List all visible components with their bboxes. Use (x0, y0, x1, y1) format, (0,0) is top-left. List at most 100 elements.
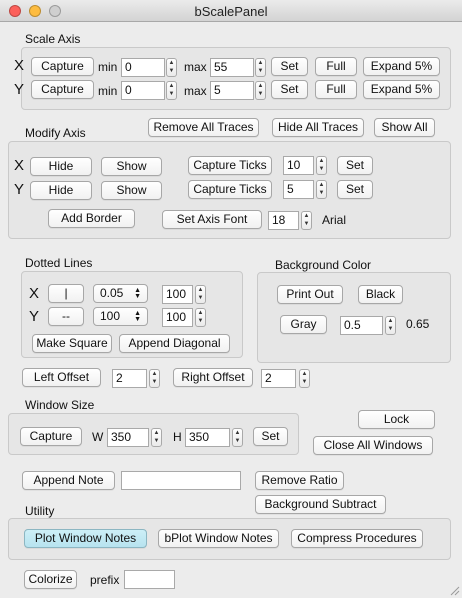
bscalepanel-window: bScalePanel Scale Axis X Capture min 0 ▲… (0, 0, 462, 598)
scale-axis-y-capture-button[interactable]: Capture (31, 80, 94, 99)
note-field[interactable] (121, 471, 241, 490)
print-out-button[interactable]: Print Out (277, 285, 343, 304)
gray-level-field[interactable]: 0.5 (340, 316, 383, 335)
scale-axis-y-min-stepper[interactable]: ▲ ▼ (166, 81, 177, 100)
modify-axis-y-capture-ticks-button[interactable]: Capture Ticks (188, 180, 272, 199)
scale-axis-y-expand-button[interactable]: Expand 5% (363, 80, 440, 99)
prefix-field[interactable] (124, 570, 175, 589)
set-axis-font-button[interactable]: Set Axis Font (162, 210, 262, 229)
scale-axis-y-set-button[interactable]: Set (271, 80, 308, 99)
scale-axis-x-set-button[interactable]: Set (271, 57, 308, 76)
gray-level-readout: 0.65 (406, 317, 430, 331)
left-offset-button[interactable]: Left Offset (22, 368, 101, 387)
scale-axis-x-min-stepper[interactable]: ▲ ▼ (166, 58, 177, 77)
dotted-lines-x-stepper[interactable]: ▲ ▼ (195, 285, 206, 304)
modify-axis-x-show-button[interactable]: Show (101, 157, 162, 176)
colorize-button[interactable]: Colorize (24, 570, 77, 589)
modify-axis-y-ticks-field[interactable]: 5 (283, 180, 314, 199)
modify-axis-x-hide-button[interactable]: Hide (30, 157, 92, 176)
dotted-lines-y-spacing-popup[interactable]: 100 ▲ ▼ (93, 307, 148, 326)
scale-axis-y-letter: Y (14, 81, 25, 98)
dotted-lines-x-letter: X (29, 285, 40, 302)
dotted-lines-y-popup-value: 100 (100, 309, 121, 323)
bplot-window-notes-button[interactable]: bPlot Window Notes (158, 529, 279, 548)
window-title: bScalePanel (194, 4, 268, 19)
dotted-lines-x-style-button[interactable]: | (48, 284, 84, 303)
compress-procedures-button[interactable]: Compress Procedures (291, 529, 423, 548)
right-offset-stepper[interactable]: ▲ ▼ (299, 369, 310, 388)
dotted-lines-y-field[interactable]: 100 (162, 308, 193, 327)
height-label: H (173, 430, 182, 444)
plot-window-notes-button[interactable]: Plot Window Notes (24, 529, 147, 548)
height-stepper[interactable]: ▲ ▼ (232, 428, 243, 447)
scale-axis-x-letter: X (14, 57, 25, 74)
add-border-button[interactable]: Add Border (48, 209, 135, 228)
right-offset-button[interactable]: Right Offset (173, 368, 253, 387)
dotted-lines-x-spacing-popup[interactable]: 0.05 ▲ ▼ (93, 284, 148, 303)
popup-arrows-icon: ▲ ▼ (134, 287, 141, 300)
window-size-capture-button[interactable]: Capture (20, 427, 82, 446)
hide-all-traces-button[interactable]: Hide All Traces (272, 118, 364, 137)
modify-axis-x-ticks-stepper[interactable]: ▲ ▼ (316, 156, 327, 175)
left-offset-stepper[interactable]: ▲ ▼ (149, 369, 160, 388)
width-field[interactable]: 350 (107, 428, 149, 447)
gray-level-stepper[interactable]: ▲ ▼ (385, 316, 396, 335)
append-note-button[interactable]: Append Note (22, 471, 115, 490)
dotted-lines-y-style-button[interactable]: -- (48, 307, 84, 326)
axis-font-name: Arial (322, 213, 347, 227)
close-all-windows-button[interactable]: Close All Windows (313, 436, 433, 455)
remove-ratio-button[interactable]: Remove Ratio (255, 471, 344, 490)
dotted-lines-x-popup-value: 0.05 (100, 286, 124, 300)
background-color-heading: Background Color (275, 258, 372, 272)
left-offset-field[interactable]: 2 (112, 369, 147, 388)
title-bar: bScalePanel (0, 0, 462, 22)
modify-axis-x-set-button[interactable]: Set (337, 156, 373, 175)
dotted-lines-heading: Dotted Lines (25, 256, 93, 270)
scale-axis-y-max-field[interactable]: 5 (210, 81, 254, 100)
resize-grip-icon[interactable] (448, 584, 460, 596)
scale-axis-y-max-label: max (184, 84, 207, 98)
modify-axis-y-letter: Y (14, 181, 25, 198)
append-diagonal-button[interactable]: Append Diagonal (119, 334, 230, 353)
scale-axis-heading: Scale Axis (25, 32, 81, 46)
scale-axis-x-max-field[interactable]: 55 (210, 58, 254, 77)
dotted-lines-x-field[interactable]: 100 (162, 285, 193, 304)
modify-axis-x-ticks-field[interactable]: 10 (283, 156, 314, 175)
modify-axis-y-hide-button[interactable]: Hide (30, 181, 92, 200)
modify-axis-y-show-button[interactable]: Show (101, 181, 162, 200)
background-subtract-button[interactable]: Background Subtract (255, 495, 386, 514)
modify-axis-y-set-button[interactable]: Set (337, 180, 373, 199)
prefix-label: prefix (90, 573, 120, 587)
utility-heading: Utility (25, 504, 55, 518)
dotted-lines-y-stepper[interactable]: ▲ ▼ (195, 308, 206, 327)
popup-arrows-icon: ▲ ▼ (134, 310, 141, 323)
right-offset-field[interactable]: 2 (261, 369, 296, 388)
make-square-button[interactable]: Make Square (32, 334, 112, 353)
dotted-lines-y-letter: Y (29, 308, 40, 325)
scale-axis-x-min-label: min (98, 60, 118, 74)
modify-axis-x-letter: X (14, 157, 25, 174)
scale-axis-y-max-stepper[interactable]: ▲ ▼ (255, 81, 266, 100)
gray-button[interactable]: Gray (280, 315, 327, 334)
axis-font-size-stepper[interactable]: ▲ ▼ (301, 211, 312, 230)
modify-axis-x-capture-ticks-button[interactable]: Capture Ticks (188, 156, 272, 175)
width-stepper[interactable]: ▲ ▼ (151, 428, 162, 447)
scale-axis-x-max-stepper[interactable]: ▲ ▼ (255, 58, 266, 77)
lock-button[interactable]: Lock (358, 410, 435, 429)
modify-axis-heading: Modify Axis (25, 126, 86, 140)
height-field[interactable]: 350 (185, 428, 230, 447)
scale-axis-x-expand-button[interactable]: Expand 5% (363, 57, 440, 76)
black-button[interactable]: Black (358, 285, 403, 304)
window-size-set-button[interactable]: Set (253, 427, 288, 446)
scale-axis-x-min-field[interactable]: 0 (121, 58, 165, 77)
show-all-button[interactable]: Show All (374, 118, 435, 137)
scale-axis-y-full-button[interactable]: Full (315, 80, 357, 99)
remove-all-traces-button[interactable]: Remove All Traces (148, 118, 259, 137)
scale-axis-y-min-field[interactable]: 0 (121, 81, 165, 100)
axis-font-size-field[interactable]: 18 (268, 211, 299, 230)
modify-axis-y-ticks-stepper[interactable]: ▲ ▼ (316, 180, 327, 199)
width-label: W (92, 430, 104, 444)
scale-axis-x-full-button[interactable]: Full (315, 57, 357, 76)
scale-axis-x-capture-button[interactable]: Capture (31, 57, 94, 76)
window-size-heading: Window Size (25, 398, 95, 412)
